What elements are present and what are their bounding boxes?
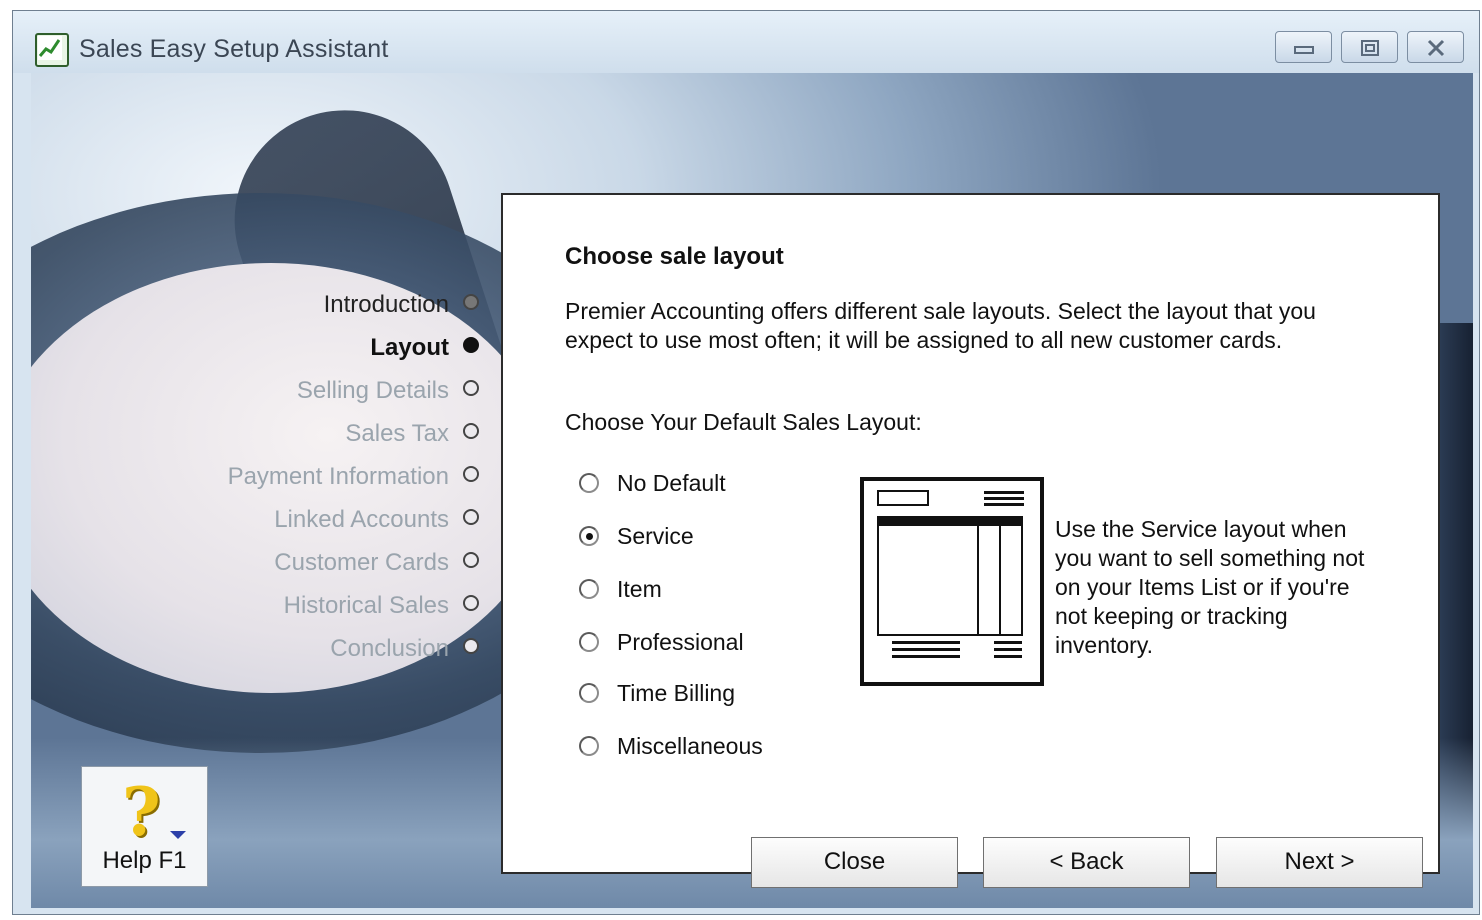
- radio-button-icon[interactable]: [579, 473, 599, 493]
- step-label: Layout: [370, 334, 449, 361]
- question-mark-icon: ?: [122, 773, 161, 851]
- next-button[interactable]: Next >: [1216, 837, 1423, 888]
- radio-miscellaneous[interactable]: Miscellaneous: [579, 726, 763, 766]
- radio-label[interactable]: Miscellaneous: [617, 733, 763, 760]
- radio-button-icon[interactable]: [579, 683, 599, 703]
- radio-no-default[interactable]: No Default: [579, 463, 726, 503]
- step-label: Introduction: [323, 291, 449, 318]
- layout-preview-image: [860, 477, 1044, 686]
- close-button[interactable]: Close: [751, 837, 958, 888]
- step-indicator-icon: [463, 552, 479, 568]
- radio-button-icon[interactable]: [579, 632, 599, 652]
- step-indicator-icon: [463, 509, 479, 525]
- close-window-button[interactable]: [1407, 31, 1464, 63]
- help-button[interactable]: ? Help F1: [81, 766, 208, 887]
- service-layout-icon: [877, 490, 1024, 658]
- step-indicator-icon: [463, 423, 479, 439]
- window-title: Sales Easy Setup Assistant: [79, 35, 389, 63]
- step-label: Customer Cards: [274, 549, 449, 576]
- step-indicator-icon: [463, 337, 479, 353]
- content-panel: Choose sale layout Premier Accounting of…: [501, 193, 1440, 874]
- step-label: Conclusion: [330, 635, 449, 662]
- step-list: Introduction Layout Selling Details Sale…: [181, 283, 481, 670]
- page-title: Choose sale layout: [565, 243, 784, 270]
- intro-text: Premier Accounting offers different sale…: [565, 298, 1316, 353]
- step-label: Linked Accounts: [274, 506, 449, 533]
- step-payment-information: Payment Information: [181, 455, 481, 498]
- layout-group-label: Choose Your Default Sales Layout:: [565, 409, 922, 435]
- help-label: Help F1: [102, 847, 187, 874]
- radio-button-icon[interactable]: [579, 579, 599, 599]
- step-selling-details: Selling Details: [181, 369, 481, 412]
- step-sales-tax: Sales Tax: [181, 412, 481, 455]
- step-linked-accounts: Linked Accounts: [181, 498, 481, 541]
- minimize-button[interactable]: [1275, 31, 1332, 63]
- wizard-backdrop: Introduction Layout Selling Details Sale…: [31, 73, 1473, 908]
- step-layout: Layout: [181, 326, 481, 369]
- radio-button-icon[interactable]: [579, 736, 599, 756]
- step-indicator-icon: [463, 380, 479, 396]
- radio-label[interactable]: No Default: [617, 470, 726, 497]
- step-indicator-icon: [463, 638, 479, 654]
- radio-service[interactable]: Service: [579, 516, 694, 556]
- step-indicator-icon: [463, 595, 479, 611]
- setup-assistant-window: Sales Easy Setup Assistant Introduction …: [12, 10, 1480, 915]
- step-label: Payment Information: [227, 463, 449, 490]
- radio-label[interactable]: Professional: [617, 629, 744, 656]
- layout-description: Use the Service layout when you want to …: [1055, 516, 1365, 658]
- step-label: Sales Tax: [345, 420, 449, 447]
- radio-professional[interactable]: Professional: [579, 622, 744, 662]
- radio-label[interactable]: Time Billing: [617, 680, 735, 707]
- radio-item[interactable]: Item: [579, 569, 662, 609]
- step-customer-cards: Customer Cards: [181, 541, 481, 584]
- radio-label[interactable]: Service: [617, 523, 694, 550]
- step-historical-sales: Historical Sales: [181, 584, 481, 627]
- step-conclusion: Conclusion: [181, 627, 481, 670]
- dropdown-arrow-icon: [170, 831, 186, 839]
- radio-button-selected-icon[interactable]: [579, 526, 599, 546]
- radio-time-billing[interactable]: Time Billing: [579, 673, 735, 713]
- maximize-icon: [1361, 40, 1379, 56]
- step-indicator-icon: [463, 466, 479, 482]
- step-introduction: Introduction: [181, 283, 481, 326]
- back-button[interactable]: < Back: [983, 837, 1190, 888]
- step-label: Historical Sales: [283, 592, 449, 619]
- radio-label[interactable]: Item: [617, 576, 662, 603]
- step-label: Selling Details: [296, 377, 449, 404]
- maximize-button[interactable]: [1341, 31, 1398, 63]
- title-bar[interactable]: Sales Easy Setup Assistant: [13, 11, 1479, 73]
- chart-icon: [35, 33, 69, 67]
- minimize-icon: [1294, 46, 1314, 54]
- close-icon: [1427, 39, 1445, 57]
- step-indicator-icon: [463, 294, 479, 310]
